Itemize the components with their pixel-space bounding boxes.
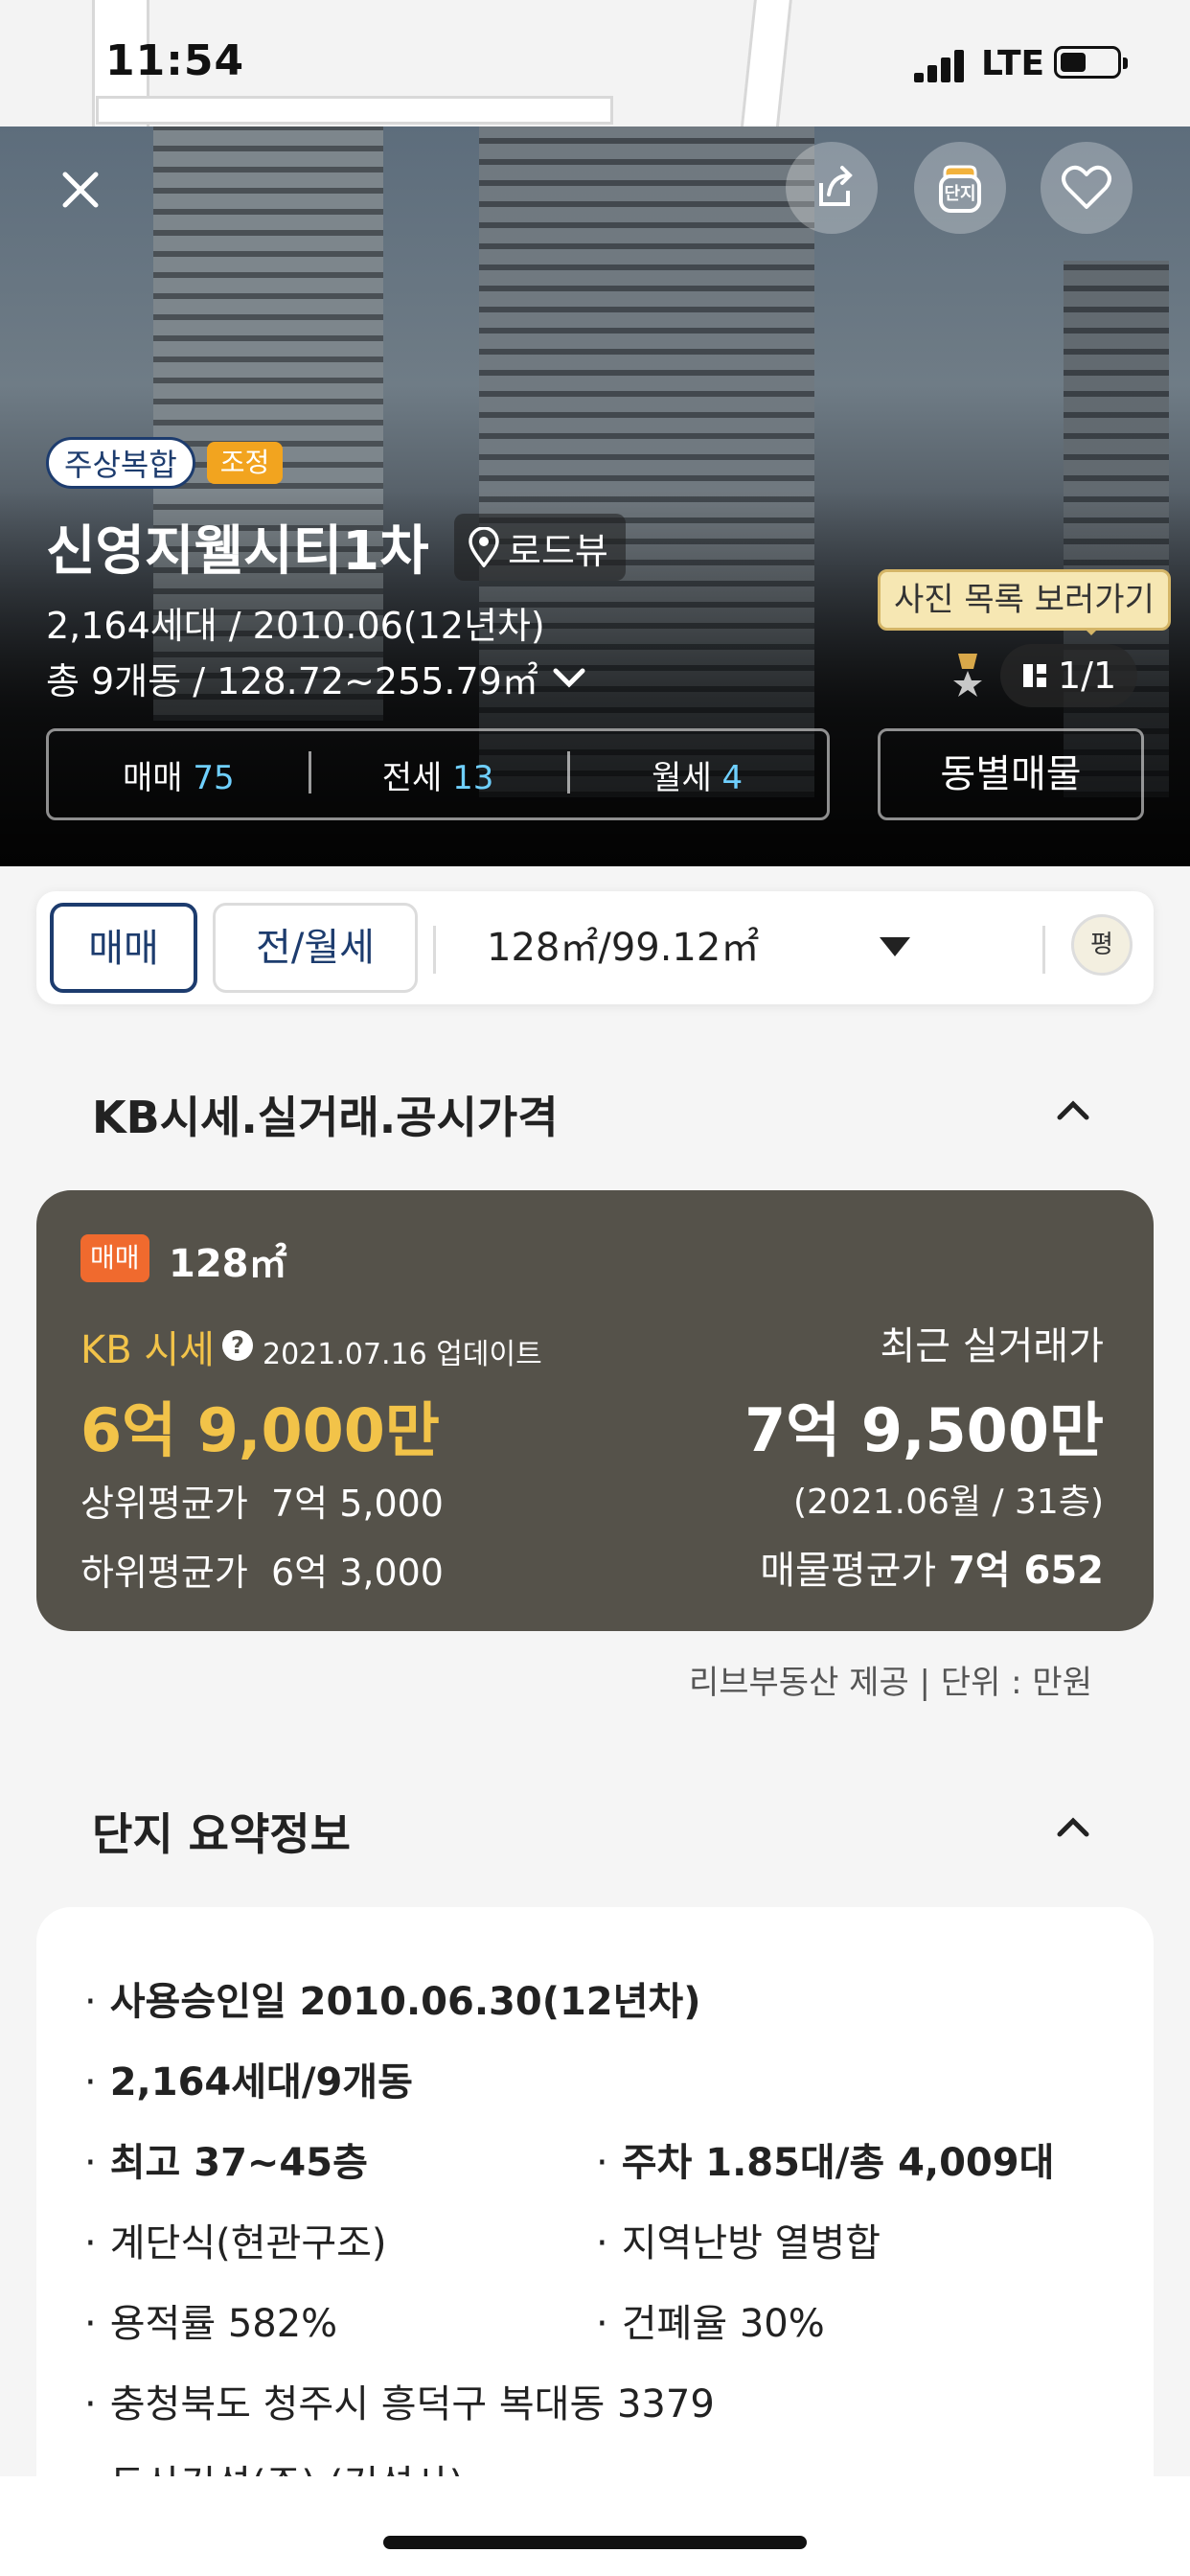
trade-area-selector: 매매 전/월세 128㎡/99.12㎡ 평 [36, 891, 1154, 1004]
kb-price: 6억 9,000만 [80, 1395, 440, 1465]
deal-monthly[interactable]: 월세 4 [567, 750, 827, 798]
summary-parking: · 주차 1.85대/총 4,009대 [596, 2141, 1055, 2185]
deal-sale-count: 75 [193, 758, 235, 797]
trade-type-badge: 매매 [80, 1234, 149, 1282]
home-indicator[interactable] [383, 2536, 807, 2549]
listing-average-value: 7억 652 [948, 1549, 1104, 1593]
summary-floors: · 최고 37~45층 [84, 2141, 368, 2185]
chevron-up-icon[interactable] [1054, 1091, 1092, 1129]
complex-tags: 주상복합 조정 [46, 437, 284, 489]
upper-average-label: 상위평균가 [80, 1483, 248, 1525]
buildings-area: 총 9개동 / 128.72~255.79㎡ [46, 660, 538, 702]
upper-average: 상위평균가 7억 5,000 [80, 1474, 444, 1527]
tab-sale[interactable]: 매매 [50, 903, 197, 993]
recent-trade-price: 7억 9,500만 [744, 1395, 1104, 1465]
map-road [740, 0, 793, 134]
summary-heating: · 지역난방 열병합 [596, 2221, 881, 2266]
danji-label: 단지 [944, 184, 976, 204]
map-road [96, 96, 613, 125]
danji-button[interactable]: 단지 [914, 142, 1006, 234]
divider [433, 926, 436, 974]
status-bar: 11:54 LTE [0, 0, 1190, 134]
households-year: 2,164세대 / 2010.06(12년차) [46, 605, 545, 647]
buildings-area-toggle[interactable]: 총 9개동 / 128.72~255.79㎡ [46, 652, 586, 704]
regulation-tag: 조정 [206, 442, 284, 484]
close-icon[interactable] [56, 165, 105, 215]
complex-hero: 단지 주상복합 조정 신영지웰시티1차 로드뷰 2,164세대 / 2010.0… [0, 126, 1190, 866]
kb-section-title: KB시세.실거래.공시가격 [92, 1092, 559, 1143]
deal-jeonse-label: 전세 [381, 758, 443, 797]
kb-price-card: 매매 128㎡ KB 시세 ? 2021.07.16 업데이트 6억 9,000… [36, 1190, 1154, 1631]
photo-count-button[interactable]: 1/1 [1000, 644, 1138, 707]
roadview-button[interactable]: 로드뷰 [454, 514, 626, 581]
kb-price-label: KB 시세 [80, 1328, 215, 1372]
area-select[interactable]: 128㎡/99.12㎡ [487, 891, 759, 1004]
deal-count-bar: 매매 75 전세 13 월세 4 [46, 728, 830, 820]
lower-average-label: 하위평균가 [80, 1552, 248, 1594]
gallery-icon [1023, 664, 1046, 687]
caret-down-icon[interactable] [880, 937, 910, 956]
summary-section-title: 단지 요약정보 [92, 1808, 351, 1860]
deal-sale[interactable]: 매매 75 [49, 751, 309, 798]
summary-hall-type: · 계단식(현관구조) [84, 2221, 387, 2266]
status-time: 11:54 [105, 36, 245, 85]
photo-list-tooltip[interactable]: 사진 목록 보러가기 [878, 569, 1171, 635]
chevron-up-icon[interactable] [1054, 1807, 1092, 1846]
summary-building-coverage: · 건폐율 30% [596, 2302, 825, 2346]
photo-count: 1/1 [1058, 655, 1117, 697]
deal-jeonse[interactable]: 전세 13 [308, 750, 568, 798]
deal-jeonse-count: 13 [452, 758, 494, 797]
deal-sale-label: 매매 [123, 758, 183, 797]
kb-update-date: 2021.07.16 업데이트 [263, 1338, 542, 1371]
listing-average-label: 매물평균가 [760, 1549, 937, 1593]
upper-average-value: 7억 5,000 [270, 1483, 444, 1525]
favorite-button[interactable] [1041, 142, 1133, 234]
summary-address: · 충청북도 청주시 흥덕구 복대동 3379 [84, 2382, 715, 2426]
help-icon[interactable]: ? [222, 1330, 253, 1361]
lower-average: 하위평균가 6억 3,000 [80, 1543, 444, 1596]
data-provider-note: 리브부동산 제공 | 단위 : 만원 [688, 1664, 1092, 1702]
network-label: LTE [981, 44, 1045, 83]
summary-floor-area-ratio: · 용적률 582% [84, 2302, 338, 2346]
summary-approval-date: · 사용승인일 2010.06.30(12년차) [84, 1980, 701, 2024]
location-pin-icon [469, 527, 499, 567]
deal-monthly-label: 월세 [652, 758, 712, 797]
complex-title: 신영지웰시티1차 [46, 520, 429, 583]
complex-type-tag: 주상복합 [46, 437, 195, 489]
deal-monthly-count: 4 [721, 758, 744, 797]
home-indicator-area [0, 2476, 1190, 2576]
medal-icon [950, 652, 985, 702]
recent-trade-detail: (2021.06월 / 31층) [792, 1483, 1104, 1522]
dong-listing-button[interactable]: 동별매물 [878, 728, 1144, 820]
divider [1042, 926, 1045, 974]
share-icon [819, 166, 853, 206]
chevron-down-icon [553, 668, 585, 688]
roadview-label: 로드뷰 [508, 529, 608, 572]
heart-icon [1062, 165, 1111, 209]
recent-trade-label: 최근 실거래가 [880, 1324, 1104, 1368]
lower-average-value: 6억 3,000 [270, 1552, 444, 1594]
share-button[interactable] [786, 142, 878, 234]
unit-toggle-button[interactable]: 평 [1071, 914, 1133, 976]
kb-area: 128㎡ [169, 1242, 287, 1286]
tab-rent[interactable]: 전/월세 [213, 903, 418, 993]
battery-icon [1054, 46, 1128, 79]
signal-icon [914, 50, 968, 82]
summary-households: · 2,164세대/9개동 [84, 2060, 413, 2104]
listing-average: 매물평균가 7억 652 [760, 1539, 1104, 1595]
